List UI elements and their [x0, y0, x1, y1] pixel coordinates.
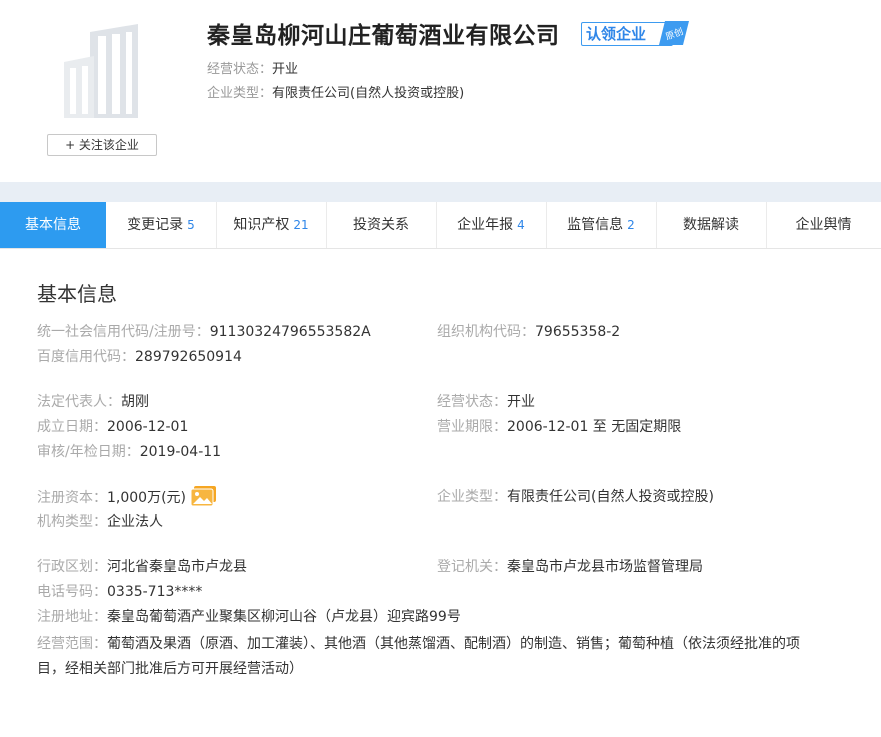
field-baidu-code: 百度信用代码：289792650914: [37, 349, 242, 365]
field-company-type: 企业类型：有限责任公司(自然人投资或控股): [437, 489, 714, 505]
section-title: 基本信息: [37, 282, 117, 306]
tab-public-opinion[interactable]: 企业舆情: [766, 202, 881, 248]
field-credit-code: 统一社会信用代码/注册号：91130324796553582A: [37, 324, 371, 340]
follow-company-button[interactable]: + 关注该企业: [47, 134, 157, 156]
tab-data-analysis[interactable]: 数据解读: [656, 202, 767, 248]
tab-investment[interactable]: 投资关系: [326, 202, 437, 248]
tab-count: 21: [293, 218, 309, 232]
tab-count: 5: [187, 218, 195, 232]
tab-count: 2: [627, 218, 635, 232]
field-legal-rep: 法定代表人：胡刚: [37, 394, 149, 410]
field-org-code: 组织机构代码：79655358-2: [437, 324, 621, 340]
company-name: 秦皇岛柳河山庄葡萄酒业有限公司: [207, 23, 560, 49]
field-region: 行政区划：河北省秦皇岛市卢龙县: [37, 559, 247, 575]
tab-change-records[interactable]: 变更记录 5: [106, 202, 217, 248]
tab-ip[interactable]: 知识产权 21: [216, 202, 327, 248]
header-type: 企业类型：有限责任公司(自然人投资或控股): [207, 86, 465, 101]
field-audit-date: 审核/年检日期：2019-04-11: [37, 444, 222, 460]
tab-bar: 基本信息 变更记录 5 知识产权 21 投资关系 企业年报 4 监管信息 2 数据解读 …: [0, 202, 881, 249]
divider-band: [0, 182, 881, 202]
field-authority: 登记机关：秦皇岛市卢龙县市场监督管理局: [437, 559, 703, 575]
tab-annual-report[interactable]: 企业年报 4: [436, 202, 547, 248]
header-status: 经营状态：开业: [207, 62, 299, 77]
field-phone: 电话号码：0335-713****: [37, 584, 203, 600]
field-address: 注册地址：秦皇岛葡萄酒产业聚集区柳河山谷（卢龙县）迎宾路99号: [37, 609, 461, 625]
original-tag-icon: 原创: [659, 21, 689, 45]
field-founded: 成立日期：2006-12-01: [37, 419, 189, 435]
tab-regulatory[interactable]: 监管信息 2: [546, 202, 657, 248]
field-scope: 经营范围：葡萄酒及果酒（原酒、加工灌装）、其他酒（其他蒸馏酒、配制酒）的制造、销…: [37, 636, 800, 677]
image-icon[interactable]: [190, 485, 218, 507]
tab-count: 4: [517, 218, 525, 232]
building-icon: [64, 24, 138, 118]
field-capital: 注册资本：1,000万(元): [37, 485, 218, 509]
company-header: + 关注该企业 秦皇岛柳河山庄葡萄酒业有限公司 认领企业 原创 经营状态：开业 …: [0, 0, 881, 182]
field-term: 营业期限：2006-12-01 至 无固定期限: [437, 419, 682, 435]
field-org-type: 机构类型：企业法人: [37, 514, 163, 530]
tab-basic-info[interactable]: 基本信息: [0, 202, 106, 248]
field-status: 经营状态：开业: [437, 394, 535, 410]
